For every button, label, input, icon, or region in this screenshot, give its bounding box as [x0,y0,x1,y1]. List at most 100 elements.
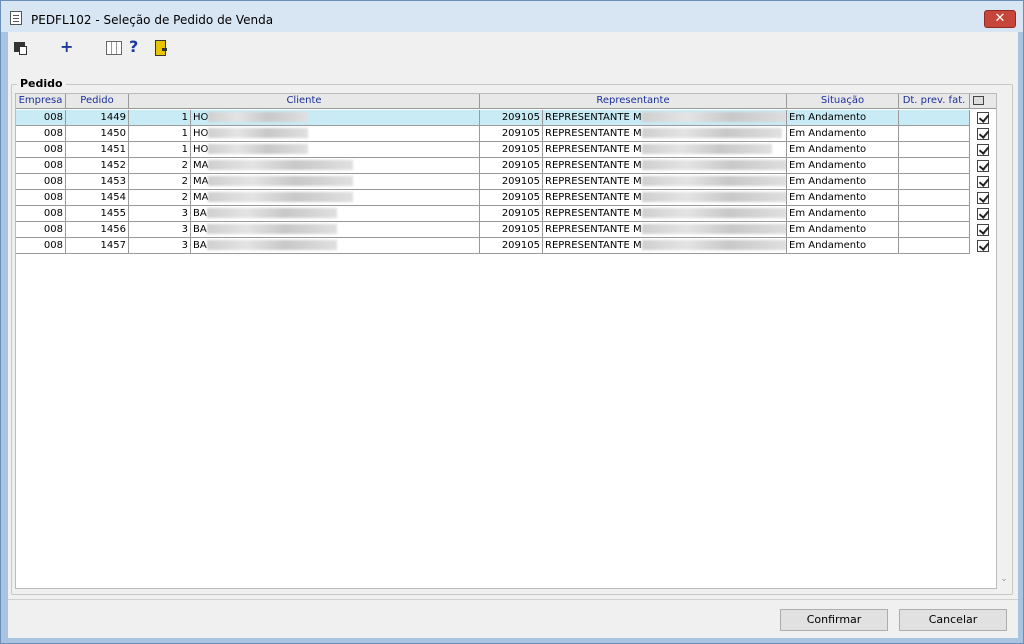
column-header-cliente[interactable]: Cliente [129,94,480,109]
row-checkbox[interactable] [977,224,989,236]
row-checkbox[interactable] [977,176,989,188]
row-checkbox[interactable] [977,160,989,172]
cell-empresa: 008 [16,222,66,238]
redacted-text [206,208,337,218]
row-checkbox[interactable] [977,192,989,204]
column-header-situacao[interactable]: Situação [787,94,899,109]
cell-situacao: Em Andamento [787,126,899,142]
cell-cliente-code: 1 [129,110,191,126]
table-row[interactable]: 008 1456 3 BA 209105 REPRESENTANTE M Em Andame… [16,222,996,238]
cell-pedido: 1457 [66,238,129,254]
cell-pedido: 1453 [66,174,129,190]
rep-name-text: REPRESENTANTE M [545,224,642,235]
column-header-representante[interactable]: Representante [480,94,787,109]
cell-cliente-name: BA [191,238,480,254]
cell-rep-code: 209105 [480,142,543,158]
cliente-name-text: MA [193,192,209,203]
row-checkbox[interactable] [977,144,989,156]
rep-name-text: REPRESENTANTE M [545,208,642,219]
cell-select [970,126,996,142]
close-button[interactable]: ✕ [984,10,1016,28]
cell-cliente-code: 2 [129,190,191,206]
cell-dt-prev-fat [899,222,970,238]
select-all-checkbox[interactable] [973,96,984,105]
row-checkbox[interactable] [977,128,989,140]
cell-pedido: 1455 [66,206,129,222]
cell-situacao: Em Andamento [787,190,899,206]
dialog-body: + ? Pedido Empresa Pedido Cliente Repres… [8,32,1018,638]
cell-cliente-name: MA [191,190,480,206]
cell-cliente-code: 3 [129,206,191,222]
cell-cliente-code: 1 [129,142,191,158]
footer-divider [8,599,1018,600]
cell-dt-prev-fat [899,110,970,126]
cell-cliente-name: BA [191,206,480,222]
cell-pedido: 1452 [66,158,129,174]
cell-cliente-code: 3 [129,238,191,254]
redacted-text [641,112,786,122]
cliente-name-text: MA [193,176,209,187]
table-row[interactable]: 008 1450 1 HO 209105 REPRESENTANTE M Em Andame… [16,126,996,142]
cell-rep-code: 209105 [480,190,543,206]
title-bar: PEDFL102 - Seleção de Pedido de Venda ✕ [1,1,1023,32]
column-header-empresa[interactable]: Empresa [16,94,66,109]
cliente-name-text: BA [193,224,207,235]
row-checkbox[interactable] [977,208,989,220]
cell-situacao: Em Andamento [787,238,899,254]
scroll-down-icon[interactable]: ⌄ [999,574,1009,584]
add-icon[interactable]: + [60,39,74,57]
cell-dt-prev-fat [899,206,970,222]
cell-dt-prev-fat [899,174,970,190]
cell-situacao: Em Andamento [787,222,899,238]
cell-select [970,158,996,174]
orders-table[interactable]: Empresa Pedido Cliente Representante Sit… [15,93,997,589]
cell-select [970,222,996,238]
table-row[interactable]: 008 1453 2 MA 209105 REPRESENTANTE M Em Andame… [16,174,996,190]
cell-cliente-name: MA [191,158,480,174]
cell-select [970,110,996,126]
cell-pedido: 1449 [66,110,129,126]
cancel-button[interactable]: Cancelar [899,609,1007,631]
column-header-select-all[interactable] [970,94,996,109]
select-icon[interactable] [14,39,28,57]
cell-dt-prev-fat [899,158,970,174]
cell-rep-code: 209105 [480,174,543,190]
table-row[interactable]: 008 1455 3 BA 209105 REPRESENTANTE M Em Andame… [16,206,996,222]
cell-rep-code: 209105 [480,158,543,174]
redacted-text [641,128,782,138]
row-checkbox[interactable] [977,240,989,252]
confirm-button[interactable]: Confirmar [780,609,888,631]
rep-name-text: REPRESENTANTE M [545,192,642,203]
help-icon[interactable]: ? [129,39,141,57]
group-legend: Pedido [17,77,66,90]
table-row[interactable]: 008 1457 3 BA 209105 REPRESENTANTE M Em Andame… [16,238,996,254]
redacted-text [641,208,786,218]
rep-name-text: REPRESENTANTE M [545,112,642,123]
cell-empresa: 008 [16,126,66,142]
table-row[interactable]: 008 1454 2 MA 209105 REPRESENTANTE M Em Andame… [16,190,996,206]
table-row[interactable]: 008 1452 2 MA 209105 REPRESENTANTE M Em Andame… [16,158,996,174]
cell-rep-name: REPRESENTANTE M [543,222,787,238]
cell-cliente-code: 2 [129,158,191,174]
row-checkbox[interactable] [977,112,989,124]
cell-rep-name: REPRESENTANTE M [543,174,787,190]
cell-rep-name: REPRESENTANTE M [543,206,787,222]
cell-rep-name: REPRESENTANTE M [543,238,787,254]
column-header-dt-prev-fat[interactable]: Dt. prev. fat. [899,94,970,109]
cell-cliente-name: HO [191,142,480,158]
cell-situacao: Em Andamento [787,174,899,190]
cliente-name-text: BA [193,208,207,219]
cell-rep-name: REPRESENTANTE M [543,158,787,174]
cell-rep-code: 209105 [480,222,543,238]
cell-rep-name: REPRESENTANTE M [543,126,787,142]
cell-select [970,190,996,206]
exit-icon[interactable] [153,39,167,57]
table-row[interactable]: 008 1449 1 HO 209105 REPRESENTANTE M Em Andame… [16,110,996,126]
cell-situacao: Em Andamento [787,206,899,222]
table-row[interactable]: 008 1451 1 HO 209105 REPRESENTANTE M Em Andame… [16,142,996,158]
cell-rep-name: REPRESENTANTE M [543,142,787,158]
cell-rep-code: 209105 [480,238,543,254]
redacted-text [641,240,786,250]
grid-icon[interactable] [106,39,122,57]
column-header-pedido[interactable]: Pedido [66,94,129,109]
